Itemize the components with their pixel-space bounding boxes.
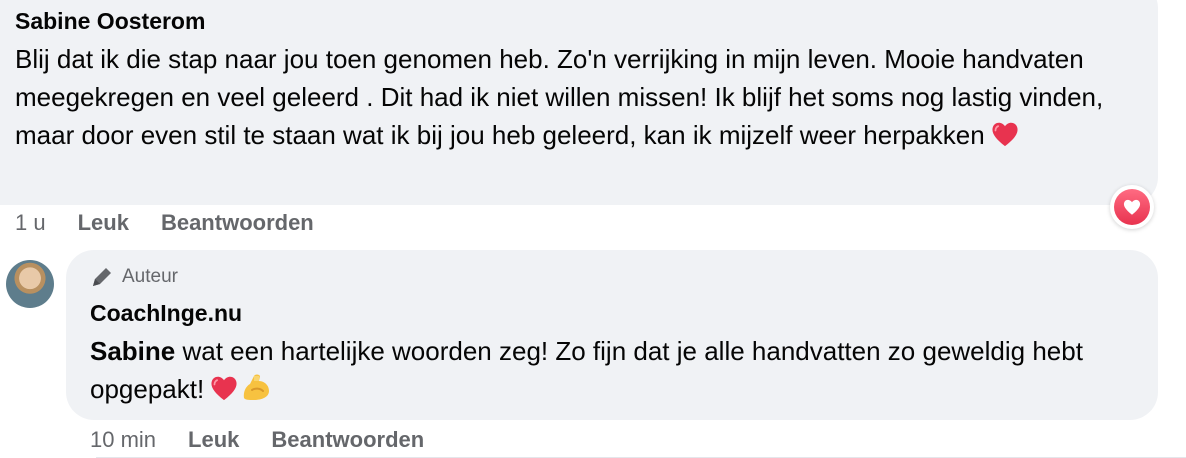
author-badge: Auteur	[90, 265, 178, 289]
like-button[interactable]: Leuk	[188, 427, 239, 453]
comment-actions: 1 u Leuk Beantwoorden	[15, 210, 346, 236]
comment-timestamp[interactable]: 1 u	[15, 210, 46, 236]
reply-button[interactable]: Beantwoorden	[161, 210, 314, 236]
comment-body: wat een hartelijke woorden zeg! Zo fijn …	[90, 336, 1083, 404]
comment-author[interactable]: CoachInge.nu	[90, 300, 242, 327]
flexed-biceps-icon	[244, 374, 270, 400]
comment-text: Sabine wat een hartelijke woorden zeg! Z…	[90, 332, 1130, 408]
comment-timestamp[interactable]: 10 min	[90, 427, 156, 453]
red-heart-icon	[992, 122, 1018, 147]
mention-link[interactable]: Sabine	[90, 336, 175, 366]
reply-button[interactable]: Beantwoorden	[271, 427, 424, 453]
comment-body: Blij dat ik die stap naar jou toen genom…	[15, 44, 1104, 150]
avatar[interactable]	[6, 260, 54, 308]
comment-text: Blij dat ik die stap naar jou toen genom…	[15, 40, 1145, 154]
red-heart-icon	[211, 376, 237, 401]
comment-actions: 10 min Leuk Beantwoorden	[90, 427, 456, 453]
heart-icon	[1114, 189, 1150, 225]
love-reaction-badge[interactable]	[1110, 185, 1154, 229]
author-badge-label: Auteur	[122, 266, 178, 287]
like-button[interactable]: Leuk	[78, 210, 129, 236]
comment-author[interactable]: Sabine Oosterom	[15, 8, 205, 35]
pencil-icon	[93, 268, 111, 286]
